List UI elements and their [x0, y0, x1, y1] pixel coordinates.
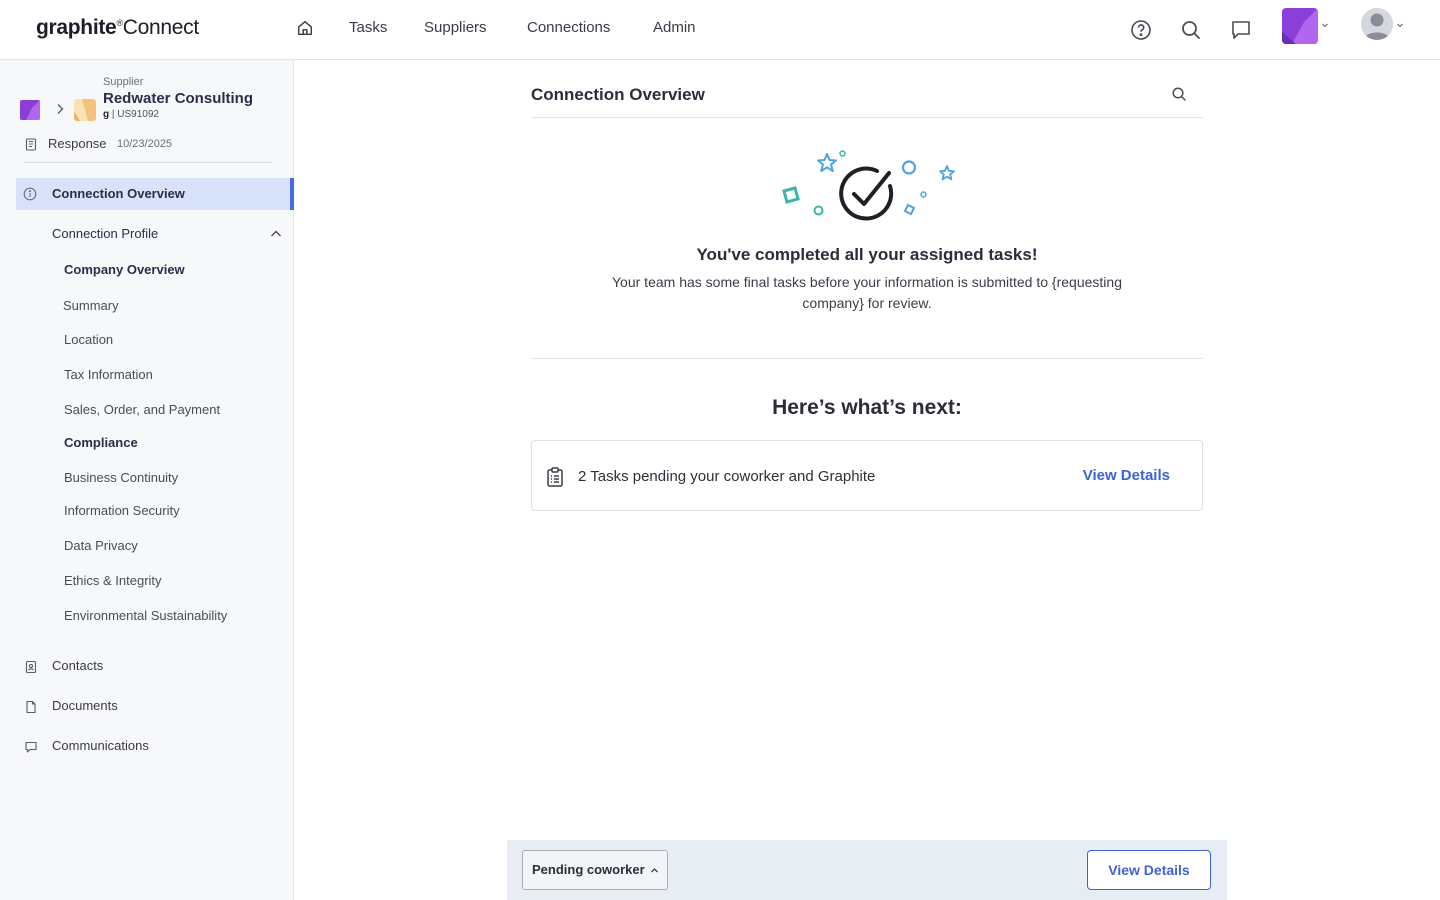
sidebar-item-information-security[interactable]: Information Security — [64, 503, 180, 518]
sidebar-item-compliance[interactable]: Compliance — [64, 435, 138, 450]
supplier-header: Supplier Redwater Consulting g | US91092 — [20, 72, 290, 134]
sidebar-item-contacts[interactable]: Contacts — [24, 657, 264, 677]
clipboard-icon — [25, 138, 37, 151]
response-label: Response — [48, 136, 107, 151]
chevron-up-icon[interactable] — [270, 228, 282, 240]
completion-description: Your team has some final tasks before yo… — [612, 274, 1122, 311]
chevron-up-icon — [651, 868, 658, 873]
completion-heading: You've completed all your assigned tasks… — [696, 245, 1038, 264]
nav-suppliers[interactable]: Suppliers — [424, 19, 487, 36]
sidebar-item-summary[interactable]: Summary — [63, 298, 119, 313]
user-menu-chevron-icon[interactable] — [1395, 20, 1405, 30]
supplier-id: g | US91092 — [103, 109, 159, 120]
status-dropdown[interactable]: Pending coworker — [522, 850, 668, 890]
sidebar-item-connection-overview[interactable]: Connection Overview — [16, 178, 294, 210]
pending-task-text: 2 Tasks pending your coworker and Graphi… — [578, 468, 876, 485]
document-icon — [26, 700, 36, 714]
search-icon[interactable] — [1171, 86, 1187, 102]
help-icon[interactable] — [1129, 18, 1153, 42]
chevron-right-icon — [57, 104, 64, 114]
contacts-icon — [25, 660, 37, 674]
organization-logo-icon — [1282, 8, 1318, 44]
sidebar-item-business-continuity[interactable]: Business Continuity — [64, 470, 178, 485]
response-row[interactable]: Response 10/23/2025 — [24, 135, 274, 155]
view-details-link[interactable]: View Details — [1083, 467, 1170, 484]
sidebar-item-documents[interactable]: Documents — [24, 697, 264, 717]
clipboard-list-icon — [547, 467, 563, 487]
top-navigation-bar: graphite®Connect Tasks Suppliers Connect… — [0, 0, 1440, 60]
view-details-button[interactable]: View Details — [1087, 850, 1211, 890]
organization-logo-icon[interactable] — [20, 100, 40, 120]
sidebar-item-label: Communications — [52, 738, 149, 753]
status-label: Pending coworker — [532, 862, 645, 877]
sidebar-item-sales-order-payment[interactable]: Sales, Order, and Payment — [64, 402, 220, 417]
sidebar: Supplier Redwater Consulting g | US91092… — [0, 60, 294, 900]
response-date: 10/23/2025 — [117, 138, 173, 150]
app-logo[interactable]: graphite®Connect — [36, 16, 199, 40]
sidebar-item-company-overview[interactable]: Company Overview — [64, 262, 185, 277]
sidebar-item-label: Connection Overview — [52, 186, 185, 201]
organization-switcher[interactable] — [1282, 8, 1318, 44]
supplier-type-label: Supplier — [103, 76, 144, 88]
celebration-checkmark-icon — [782, 150, 955, 221]
user-avatar[interactable] — [1361, 8, 1393, 40]
status-bar: Pending coworker View Details — [507, 840, 1227, 900]
chat-icon[interactable] — [1229, 18, 1253, 42]
next-steps-heading: Here’s what’s next: — [772, 396, 962, 419]
sidebar-item-tax-information[interactable]: Tax Information — [64, 367, 153, 382]
sidebar-item-data-privacy[interactable]: Data Privacy — [64, 538, 138, 553]
nav-admin[interactable]: Admin — [653, 19, 696, 36]
divider — [531, 358, 1203, 359]
sidebar-item-location[interactable]: Location — [64, 332, 113, 347]
chevron-down-icon[interactable] — [1320, 20, 1330, 30]
info-icon — [23, 187, 37, 201]
home-icon[interactable] — [296, 19, 314, 37]
nav-tasks[interactable]: Tasks — [349, 19, 387, 36]
sidebar-divider — [24, 162, 272, 163]
sidebar-item-environmental-sustainability[interactable]: Environmental Sustainability — [64, 608, 227, 623]
user-avatar-icon — [1361, 8, 1393, 40]
sidebar-item-connection-profile[interactable]: Connection Profile — [52, 224, 284, 244]
sidebar-item-label: Documents — [52, 698, 118, 713]
supplier-logo-icon — [74, 99, 96, 121]
pending-task-card: 2 Tasks pending your coworker and Graphi… — [531, 440, 1203, 511]
nav-connections[interactable]: Connections — [527, 19, 610, 36]
divider — [531, 117, 1203, 118]
sidebar-item-label: Connection Profile — [52, 226, 159, 241]
sidebar-item-ethics-integrity[interactable]: Ethics & Integrity — [64, 573, 162, 588]
main-content: Connection Overview You've completed all… — [295, 60, 1440, 900]
page-title: Connection Overview — [531, 85, 705, 104]
message-icon — [25, 741, 37, 753]
search-icon[interactable] — [1179, 18, 1203, 42]
sidebar-item-communications[interactable]: Communications — [24, 737, 264, 757]
supplier-name: Redwater Consulting — [103, 90, 254, 107]
sidebar-item-label: Contacts — [52, 658, 104, 673]
